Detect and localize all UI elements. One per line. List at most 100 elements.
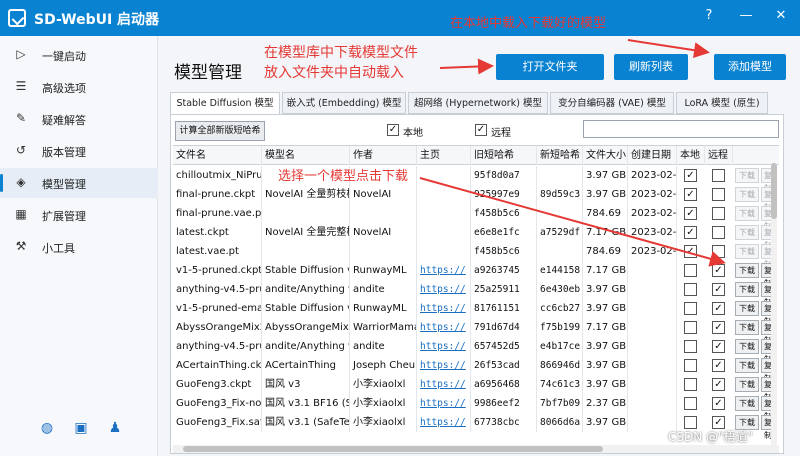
local-checkbox[interactable] — [684, 397, 697, 410]
minimize-button[interactable]: — — [735, 6, 757, 26]
sidebar-item-3[interactable]: ↺ 版本管理 — [0, 136, 158, 166]
search-input[interactable] — [583, 120, 779, 138]
remote-checkbox[interactable] — [712, 188, 725, 201]
help-button[interactable]: ? — [698, 6, 720, 26]
sidebar-item-4[interactable]: ◈ 模型管理 — [0, 168, 158, 198]
vertical-scrollbar[interactable] — [771, 163, 777, 445]
download-button[interactable]: 下载 — [735, 396, 759, 411]
horizontal-scroll-thumb[interactable] — [183, 446, 603, 452]
download-button[interactable]: 下载 — [735, 339, 759, 354]
download-button[interactable]: 下载 — [735, 244, 759, 259]
remote-checkbox[interactable] — [712, 207, 725, 220]
local-checkbox[interactable] — [684, 378, 697, 391]
tab-vae[interactable]: 变分自编码器 (VAE) 模型 — [550, 92, 674, 114]
cell-home[interactable]: https:// — [417, 413, 471, 432]
cell-home[interactable]: https:// — [417, 337, 471, 356]
remote-checkbox[interactable]: ✓ — [712, 302, 725, 315]
column-header[interactable]: 远程 — [705, 146, 733, 165]
download-button[interactable]: 下载 — [735, 187, 759, 202]
table-row[interactable]: GuoFeng3_Fix-non-ema.ckpt国风 v3.1 BF16 (S… — [173, 394, 779, 421]
cell-home[interactable]: https:// — [417, 318, 471, 337]
tab-hypernetwork[interactable]: 超网络 (Hypernetwork) 模型 — [408, 92, 548, 114]
add-model-button[interactable]: 添加模型 — [714, 54, 786, 80]
refresh-list-button[interactable]: 刷新列表 — [614, 54, 688, 80]
table-row[interactable]: v1-5-pruned.ckptStable Diffusion v1.5Run… — [173, 261, 779, 288]
remote-checkbox[interactable]: ✓ — [712, 264, 725, 277]
vertical-scroll-thumb[interactable] — [771, 163, 777, 219]
download-button[interactable]: 下载 — [735, 263, 759, 278]
open-folder-button[interactable]: 打开文件夹 — [496, 54, 604, 80]
calc-short-hash-button[interactable]: 计算全部新版短哈希 — [175, 121, 265, 141]
cell-home[interactable] — [417, 185, 471, 204]
cell-home[interactable]: https:// — [417, 356, 471, 375]
local-checkbox[interactable] — [684, 283, 697, 296]
local-checkbox[interactable] — [684, 340, 697, 353]
sidebar-item-0[interactable]: ▷ 一键启动 — [0, 40, 158, 70]
cell-home[interactable] — [417, 242, 471, 261]
qq-icon[interactable]: ♟ — [106, 419, 124, 437]
download-button[interactable]: 下载 — [735, 320, 759, 335]
local-checkbox[interactable] — [684, 264, 697, 277]
close-button[interactable]: ✕ — [770, 6, 792, 26]
tab-embedding[interactable]: 嵌入式 (Embedding) 模型 — [282, 92, 406, 114]
cell-home[interactable] — [417, 204, 471, 223]
remote-checkbox[interactable] — [712, 169, 725, 182]
cell-home[interactable]: https:// — [417, 375, 471, 394]
remote-checkbox[interactable]: ✓ — [712, 359, 725, 372]
remote-checkbox[interactable]: ✓ — [712, 340, 725, 353]
table-row[interactable]: GuoFeng3.ckpt 国风 v3 小李xiaolxl https://a6956… — [173, 375, 779, 402]
local-filter-checkbox[interactable]: ✓ — [387, 124, 399, 136]
local-checkbox[interactable]: ✓ — [684, 169, 697, 182]
cell-home[interactable] — [417, 223, 471, 242]
download-button[interactable]: 下载 — [735, 282, 759, 297]
table-row[interactable]: latest.ckptNovelAI 全量完整模型NovelAI e6e8e1fc… — [173, 223, 779, 250]
local-checkbox[interactable]: ✓ — [684, 245, 697, 258]
column-header[interactable]: 模型名 — [262, 146, 350, 165]
cell-home[interactable]: https:// — [417, 299, 471, 318]
column-header[interactable]: 文件名 — [173, 146, 262, 165]
cell-home[interactable]: https:// — [417, 261, 471, 280]
column-header[interactable]: 新短哈希 — [537, 146, 583, 165]
download-button[interactable]: 下载 — [735, 377, 759, 392]
column-header[interactable]: 创建日期 — [628, 146, 677, 165]
download-button[interactable]: 下载 — [735, 358, 759, 373]
column-header[interactable]: 文件大小 — [583, 146, 628, 165]
table-row[interactable]: final-prune.ckptNovelAI 全量剪枝模型NovelAI 925… — [173, 185, 779, 212]
sidebar-item-1[interactable]: ☰ 高级选项 — [0, 72, 158, 102]
table-row[interactable]: ACertainThing.ckptACertainThingJoseph Ch… — [173, 356, 779, 383]
download-button[interactable]: 下载 — [735, 301, 759, 316]
cell-home[interactable]: https:// — [417, 280, 471, 299]
remote-checkbox[interactable]: ✓ — [712, 283, 725, 296]
cell-home[interactable] — [417, 166, 471, 185]
horizontal-scrollbar[interactable] — [173, 445, 779, 453]
remote-checkbox[interactable]: ✓ — [712, 321, 725, 334]
remote-checkbox[interactable]: ✓ — [712, 397, 725, 410]
column-header[interactable]: 作者 — [350, 146, 417, 165]
local-checkbox[interactable]: ✓ — [684, 188, 697, 201]
remote-checkbox[interactable] — [712, 226, 725, 239]
tab-stable-diffusion[interactable]: Stable Diffusion 模型 — [170, 92, 280, 115]
local-checkbox[interactable]: ✓ — [684, 226, 697, 239]
remote-checkbox[interactable] — [712, 245, 725, 258]
sidebar-item-2[interactable]: ✎ 疑难解答 — [0, 104, 158, 134]
local-checkbox[interactable]: ✓ — [684, 207, 697, 220]
download-button[interactable]: 下载 — [735, 168, 759, 183]
remote-checkbox[interactable]: ✓ — [712, 378, 725, 391]
cell-home[interactable]: https:// — [417, 394, 471, 413]
tab-lora[interactable]: LoRA 模型 (原生) — [676, 92, 768, 114]
download-button[interactable]: 下载 — [735, 225, 759, 240]
table-row[interactable]: v1-5-pruned-emaonly.ckptStable Diffusion… — [173, 299, 779, 326]
local-checkbox[interactable] — [684, 302, 697, 315]
local-checkbox[interactable] — [684, 359, 697, 372]
table-row[interactable]: anything-v4.5-pruned.safetensorsandite/A… — [173, 337, 779, 364]
column-header[interactable]: 旧短哈希 — [471, 146, 537, 165]
sidebar-item-5[interactable]: ▦ 扩展管理 — [0, 200, 158, 230]
sidebar-item-6[interactable]: ⚒ 小工具 — [0, 232, 158, 262]
table-row[interactable]: final-prune.vae.pt f458b5c6 784.69 2023-02-… — [173, 204, 779, 231]
table-row[interactable]: chilloutmix_NiPrunedFp32Fix.safetensors 9… — [173, 166, 779, 193]
table-row[interactable]: AbyssOrangeMix2_sfw.ckptAbyssOrangeMix2W… — [173, 318, 779, 345]
remote-filter-checkbox[interactable]: ✓ — [475, 124, 487, 136]
table-row[interactable]: latest.vae.ptf458b5c6784.692023-02-✓下载复制 — [173, 242, 779, 269]
local-checkbox[interactable] — [684, 321, 697, 334]
column-header[interactable]: 本地 — [677, 146, 705, 165]
